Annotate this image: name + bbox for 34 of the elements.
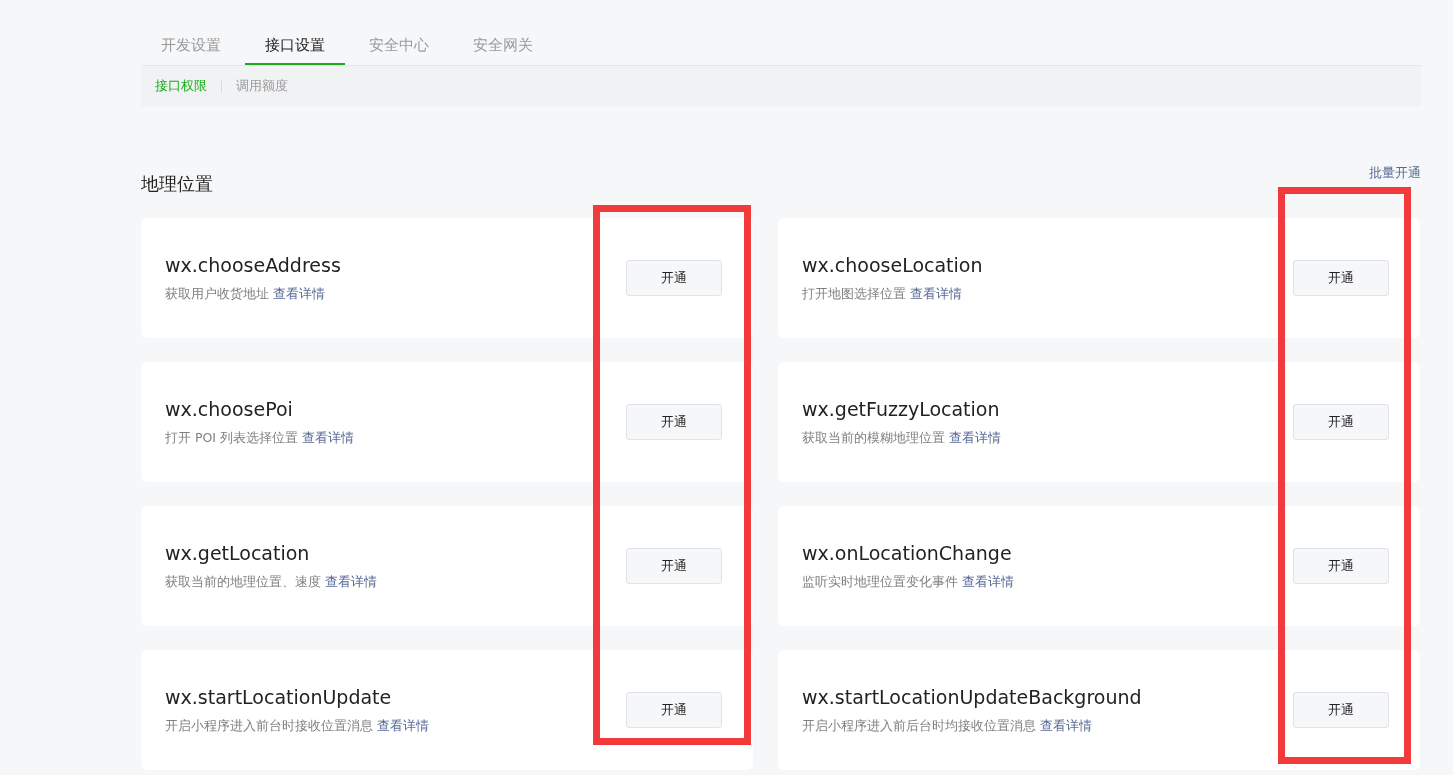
api-name: wx.startLocationUpdateBackground [802,685,1142,708]
batch-enable-link[interactable]: 批量开通 [1369,164,1421,182]
api-name: wx.choosePoi [165,397,294,420]
api-description: 开启小程序进入前后台时均接收位置消息 查看详情 [802,717,1093,735]
enable-button[interactable]: 开通 [1293,548,1389,584]
enable-button[interactable]: 开通 [626,692,722,728]
section-title: 地理位置 [141,172,213,196]
details-link[interactable]: 查看详情 [377,717,429,733]
enable-button[interactable]: 开通 [626,548,722,584]
enable-button[interactable]: 开通 [1293,404,1389,440]
api-name: wx.chooseLocation [802,253,983,276]
enable-button[interactable]: 开通 [1293,692,1389,728]
api-name: wx.getFuzzyLocation [802,397,1001,420]
api-description: 获取当前的地理位置、速度 查看详情 [165,573,377,591]
api-description: 打开 POI 列表选择位置 查看详情 [165,429,354,447]
api-description: 打开地图选择位置 查看详情 [802,285,963,303]
details-link[interactable]: 查看详情 [949,429,1001,445]
api-name: wx.chooseAddress [165,253,341,276]
enable-button[interactable]: 开通 [626,260,722,296]
api-name: wx.startLocationUpdate [165,685,393,708]
details-link[interactable]: 查看详情 [325,573,377,589]
details-link[interactable]: 查看详情 [302,429,354,445]
details-link[interactable]: 查看详情 [962,573,1014,589]
enable-button[interactable]: 开通 [626,404,722,440]
api-name: wx.getLocation [165,541,311,564]
api-description: 开启小程序进入前台时接收位置消息 查看详情 [165,717,429,735]
api-description: 获取当前的模糊地理位置 查看详情 [802,429,1001,447]
details-link[interactable]: 查看详情 [1040,717,1092,733]
api-description: 获取用户收货地址 查看详情 [165,285,326,303]
api-description: 监听实时地理位置变化事件 查看详情 [802,573,1014,591]
details-link[interactable]: 查看详情 [273,285,325,301]
api-name: wx.onLocationChange [802,541,1013,564]
enable-button[interactable]: 开通 [1293,260,1389,296]
details-link[interactable]: 查看详情 [910,285,962,301]
